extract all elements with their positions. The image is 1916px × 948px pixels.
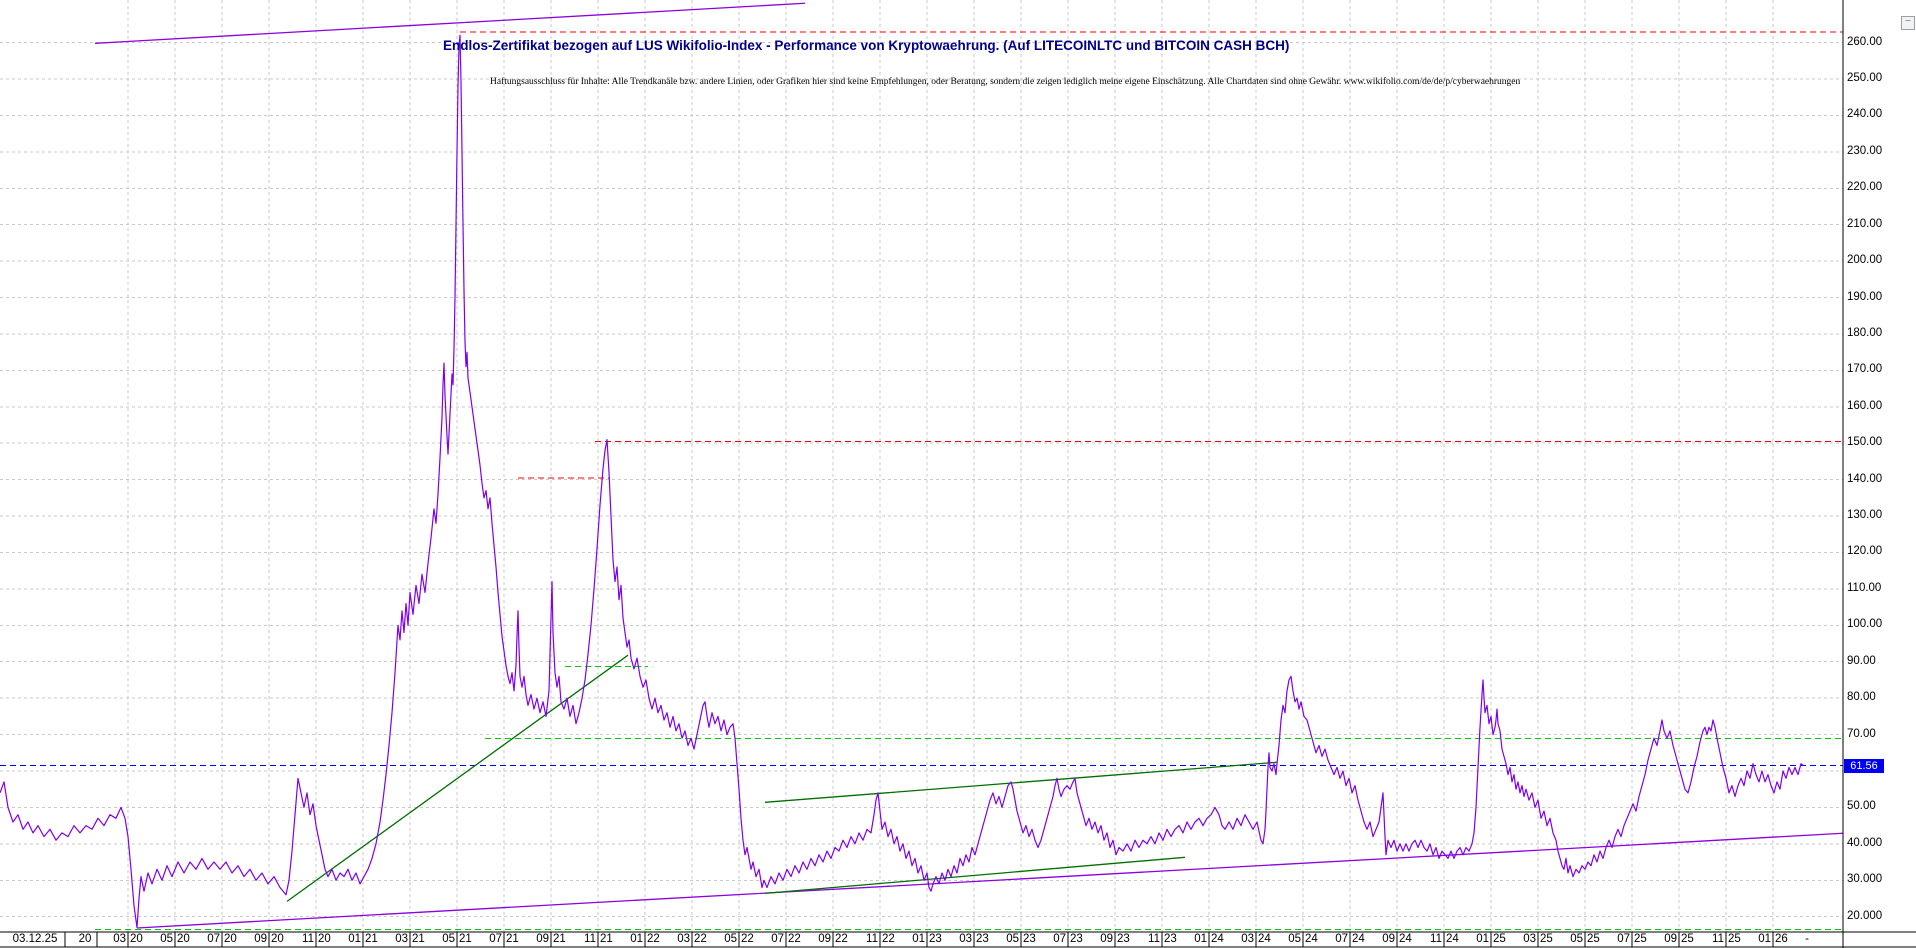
x-axis-label-01:23-month: 01 xyxy=(899,933,925,947)
x-axis-label-03:20-month: 03 xyxy=(100,933,126,947)
y-axis-label-50: 50.00 xyxy=(1847,800,1909,814)
x-axis-label-07:22-month: 07 xyxy=(758,933,784,947)
x-axis-label-09:23-month: 09 xyxy=(1087,933,1113,947)
x-axis-label-11:25-month: 11 xyxy=(1698,933,1724,947)
x-axis-label-03:22-month: 03 xyxy=(664,933,690,947)
axis-collapse-button[interactable]: − xyxy=(1901,16,1915,30)
x-axis-label-07:20-month: 07 xyxy=(194,933,220,947)
x-axis-label-07:24-month: 07 xyxy=(1322,933,1348,947)
current-price-badge: 61.56 xyxy=(1844,759,1884,773)
x-axis-label-start-date: 03.12.25 xyxy=(8,933,62,947)
x-axis-label-05:20-month: 05 xyxy=(147,933,173,947)
y-axis-label-220: 220.00 xyxy=(1847,181,1909,195)
x-axis-label-09:22-month: 09 xyxy=(805,933,831,947)
x-axis-label-trailing-dash: - xyxy=(1796,933,1818,947)
y-axis-label-190: 190.00 xyxy=(1847,291,1909,305)
y-axis-label-30: 30.000 xyxy=(1847,873,1909,887)
y-axis-label-70: 70.00 xyxy=(1847,728,1909,742)
x-axis-label-09:20-month: 09 xyxy=(241,933,267,947)
y-axis-label-230: 230.00 xyxy=(1847,145,1909,159)
y-axis-label-120: 120.00 xyxy=(1847,545,1909,559)
price-line xyxy=(0,35,1803,927)
y-axis-label-140: 140.00 xyxy=(1847,473,1909,487)
y-axis-label-20: 20.000 xyxy=(1847,910,1909,924)
y-axis-label-150: 150.00 xyxy=(1847,436,1909,450)
x-axis-label-01:26-month: 01 xyxy=(1745,933,1771,947)
x-axis-label-11:23-month: 11 xyxy=(1134,933,1160,947)
x-axis-label-01:25-month: 01 xyxy=(1463,933,1489,947)
chart-disclaimer: Haftungsausschluss für Inhalte: Alle Tre… xyxy=(490,77,1520,87)
x-axis-label-01:22-month: 01 xyxy=(617,933,643,947)
x-axis-label-11:24-month: 11 xyxy=(1416,933,1442,947)
y-axis-label-170: 170.00 xyxy=(1847,363,1909,377)
x-axis-label-11:22-month: 11 xyxy=(852,933,878,947)
x-axis-label-09:25-month: 09 xyxy=(1651,933,1677,947)
y-axis-label-210: 210.00 xyxy=(1847,218,1909,232)
x-axis-label-11:21-month: 11 xyxy=(570,933,596,947)
x-axis-label-09:24-month: 09 xyxy=(1369,933,1395,947)
y-axis-label-40: 40.000 xyxy=(1847,837,1909,851)
x-axis-label-05:24-month: 05 xyxy=(1275,933,1301,947)
x-axis-label-05:25-month: 05 xyxy=(1557,933,1583,947)
y-axis-label-90: 90.00 xyxy=(1847,655,1909,669)
x-axis-label-03:23-month: 03 xyxy=(946,933,972,947)
x-axis-label-11:20-month: 11 xyxy=(288,933,314,947)
y-axis-label-240: 240.00 xyxy=(1847,108,1909,122)
x-axis-label-01:21-month: 01 xyxy=(335,933,361,947)
x-axis-label-07:25-month: 07 xyxy=(1604,933,1630,947)
y-axis-label-80: 80.00 xyxy=(1847,691,1909,705)
x-axis-label-07:23-month: 07 xyxy=(1040,933,1066,947)
price-chart-plot xyxy=(0,0,1916,948)
x-axis-label-07:21-month: 07 xyxy=(476,933,502,947)
y-axis-label-130: 130.00 xyxy=(1847,509,1909,523)
chart-window: Endlos-Zertifikat bezogen auf LUS Wikifo… xyxy=(0,0,1916,948)
x-axis-label-05:21-month: 05 xyxy=(429,933,455,947)
y-axis-label-180: 180.00 xyxy=(1847,327,1909,341)
x-axis-label-09:21-month: 09 xyxy=(523,933,549,947)
x-axis-label-03:21-month: 03 xyxy=(382,933,408,947)
x-axis-label-05:22-month: 05 xyxy=(711,933,737,947)
x-axis-label-01:24-month: 01 xyxy=(1181,933,1207,947)
x-axis-label-03:25-month: 03 xyxy=(1510,933,1536,947)
green-support-2022-24 xyxy=(765,857,1185,893)
chart-title: Endlos-Zertifikat bezogen auf LUS Wikifo… xyxy=(443,38,1289,53)
y-axis-label-250: 250.00 xyxy=(1847,72,1909,86)
x-axis-label-year-20: 20 xyxy=(72,933,98,947)
y-axis-label-100: 100.00 xyxy=(1847,618,1909,632)
x-axis-label-05:23-month: 05 xyxy=(993,933,1019,947)
y-axis-label-260: 260.00 xyxy=(1847,36,1909,50)
y-axis-label-110: 110.00 xyxy=(1847,582,1909,596)
x-axis-label-03:24-month: 03 xyxy=(1228,933,1254,947)
y-axis-label-200: 200.00 xyxy=(1847,254,1909,268)
y-axis-label-160: 160.00 xyxy=(1847,400,1909,414)
